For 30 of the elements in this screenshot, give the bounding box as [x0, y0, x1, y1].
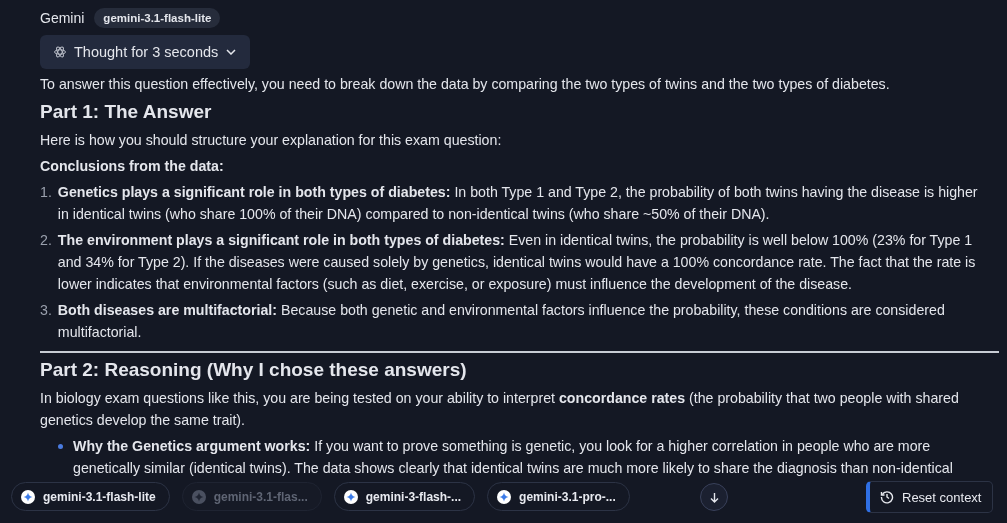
list-item-text: Both diseases are multifactorial: Because both genetic and environmental factors influence the probability, these conditions are considered multifactorial.: [57, 301, 946, 342]
chevron-icon: [226, 49, 237, 55]
section-heading: Part 2: Reasoning (Why I chose these answers): [40, 358, 468, 382]
list-number: 2.: [40, 231, 52, 250]
sparkle-icon: [343, 489, 358, 504]
paragraph: In biology exam questions like this, you are being tested on your ability to interpret concordance rates (the probability that two people with shared genetics develop the same trait).: [40, 389, 960, 430]
arrow-down-icon: [709, 491, 719, 503]
list-number: 3.: [40, 301, 52, 320]
bullet-icon: [58, 444, 63, 449]
sender-name: Gemini: [40, 9, 85, 28]
sparkle-icon: [21, 489, 35, 504]
sparkle-icon: [497, 489, 512, 504]
list-item-text: The environment plays a significant role in both types of diabetes: Even in identical twins, the probability is well below 100% (23% for Type 1 and 34% for Type 2). If the diseases were caused solely by genetics, identical twins would have a 100% concordance rate. The fact that the rate is lower indicates that environmental factors (such as diet, exercise, or exposure) must influence the development of the disease.: [57, 231, 977, 294]
history-icon: [880, 490, 894, 504]
list-item-text: Why the Genetics argument works: If you want to prove something is genetic, you look for a higher correlation in people who are more genetically similar (identical twins). The data shows clearly that identical twins are much more likely to share the diagnosis than non-identical: [73, 437, 954, 478]
model-chip[interactable]: gemini-3-flash-...: [333, 482, 476, 511]
model-badge: gemini-3.1-flash-lite: [94, 8, 221, 28]
thought-toggle[interactable]: Thought for 3 seconds: [40, 35, 251, 69]
scroll-down-button[interactable]: [700, 483, 728, 511]
subheading: Conclusions from the data:: [40, 157, 225, 176]
sparkle-icon: [191, 489, 206, 504]
model-chip[interactable]: gemini-3.1-flash-lite: [11, 482, 170, 511]
paragraph: Here is how you should structure your explanation for this exam question:: [40, 131, 503, 150]
paragraph: To answer this question effectively, you need to break down the data by comparing the two types of twins and the two types of diabetes.: [40, 75, 891, 94]
list-item-text: Genetics plays a significant role in both types of diabetes: In both Type 1 and Type 2, the probability of both twins having the disease is higher in identical twins (who share 100% of their DNA) compared to non-identical twins (who share ~50% of their DNA).: [57, 183, 979, 224]
reset-context-button[interactable]: Reset context: [866, 481, 993, 513]
list-number: 1.: [40, 183, 52, 202]
model-chip[interactable]: gemini-3.1-pro-...: [487, 482, 630, 511]
section-heading: Part 1: The Answer: [40, 100, 213, 124]
atom-icon: [54, 46, 66, 58]
